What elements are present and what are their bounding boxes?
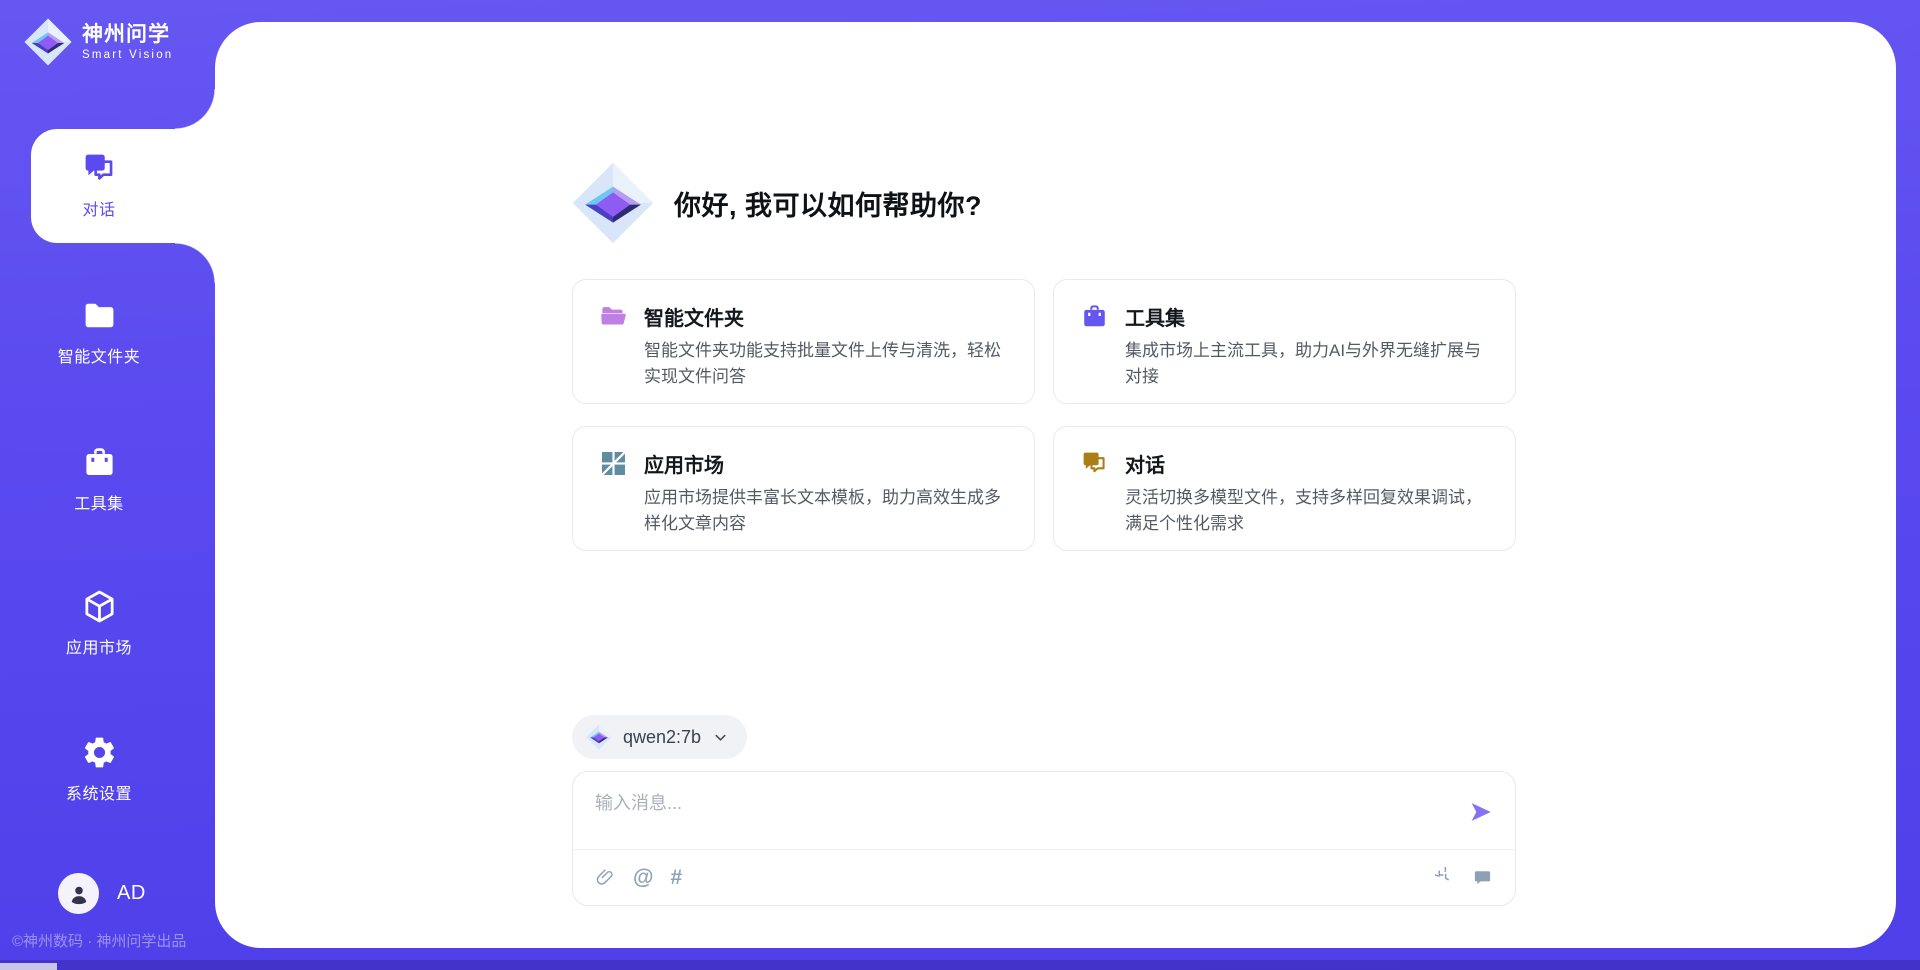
sidebar-item-app-market[interactable]: 应用市场 [0,588,198,658]
card-description: 集成市场上主流工具，助力AI与外界无缝扩展与对接 [1125,338,1489,389]
model-name: qwen2:7b [623,727,701,748]
gem-diamond-icon [572,162,654,244]
sidebar-item-label: 应用市场 [66,634,132,658]
main-panel: 你好, 我可以如何帮助你? 智能文件夹 智能文件夹功能支持批量文件上传与清洗，轻… [215,22,1896,948]
sidebar-item-label: 对话 [82,196,115,220]
sidebar-item-toolset[interactable]: 工具集 [0,444,198,514]
composer-tools-right [1435,867,1493,888]
gem-diamond-icon [586,724,612,750]
cube-icon [81,588,118,625]
brand-name: 神州问学 [82,23,173,46]
send-icon[interactable] [1468,799,1494,825]
brand-logo: 神州问学 Smart Vision [24,18,173,66]
card-smart-folder[interactable]: 智能文件夹 智能文件夹功能支持批量文件上传与清洗，轻松实现文件问答 [572,279,1035,404]
sidebar-item-label: 系统设置 [66,780,132,804]
sidebar-item-chat[interactable]: 对话 [0,150,198,220]
sidebar-item-label: 工具集 [74,490,124,514]
avatar [58,873,99,914]
folder-icon [81,297,118,334]
chat-square-icon[interactable] [1472,867,1493,888]
gem-diamond-icon [24,18,72,66]
message-input[interactable] [573,772,1433,848]
feature-cards: 智能文件夹 智能文件夹功能支持批量文件上传与清洗，轻松实现文件问答 工具集 集成… [572,279,1518,551]
sidebar-item-settings[interactable]: 系统设置 [0,734,198,804]
window-bottom-edge [0,960,1920,970]
card-header: 工具集 [1080,302,1489,331]
composer-toolbar: @ # [573,850,1515,905]
composer-tools-left: @ # [595,867,682,888]
card-chat[interactable]: 对话 灵活切换多模型文件，支持多样回复效果调试，满足个性化需求 [1053,426,1516,551]
toolbox-icon [81,444,118,481]
model-selector[interactable]: qwen2:7b [572,715,747,759]
user-initials: AD [117,882,146,905]
card-description: 灵活切换多模型文件，支持多样回复效果调试，满足个性化需求 [1125,485,1489,536]
grid-icon [599,449,628,478]
card-title: 工具集 [1125,302,1185,331]
sidebar: 神州问学 Smart Vision 对话 智能文件夹 工具集 应用市场 系统设置… [0,0,215,970]
user-account[interactable]: AD [58,873,146,914]
card-title: 对话 [1125,449,1165,478]
chat-bubbles-icon [1080,449,1109,478]
card-header: 智能文件夹 [599,302,1008,331]
copyright-text: ©神州数码 · 神州问学出品 [12,930,186,951]
card-app-market[interactable]: 应用市场 应用市场提供丰富长文本模板，助力高效生成多样化文章内容 [572,426,1035,551]
window-bottom-edge-left [0,963,57,970]
chat-bubbles-icon [81,150,118,187]
card-toolset[interactable]: 工具集 集成市场上主流工具，助力AI与外界无缝扩展与对接 [1053,279,1516,404]
card-title: 智能文件夹 [644,302,744,331]
brand-subtitle: Smart Vision [82,49,173,61]
greeting-row: 你好, 我可以如何帮助你? [572,162,982,244]
toolbox-icon [1080,302,1109,331]
history-icon[interactable] [1435,867,1456,888]
brand-text: 神州问学 Smart Vision [82,23,173,60]
greeting-text: 你好, 我可以如何帮助你? [674,184,982,223]
at-sign-icon[interactable]: @ [633,867,653,888]
card-description: 应用市场提供丰富长文本模板，助力高效生成多样化文章内容 [644,485,1008,536]
sidebar-item-smart-folder[interactable]: 智能文件夹 [0,297,198,367]
message-composer: @ # [572,771,1516,906]
card-header: 应用市场 [599,449,1008,478]
chevron-down-icon [712,729,729,746]
paperclip-icon[interactable] [595,867,616,888]
card-title: 应用市场 [644,449,724,478]
folder-open-icon [599,302,628,331]
sidebar-item-label: 智能文件夹 [58,343,141,367]
card-description: 智能文件夹功能支持批量文件上传与清洗，轻松实现文件问答 [644,338,1008,389]
gear-icon [81,734,118,771]
card-header: 对话 [1080,449,1489,478]
hash-icon[interactable]: # [670,867,682,888]
person-icon [66,881,92,907]
